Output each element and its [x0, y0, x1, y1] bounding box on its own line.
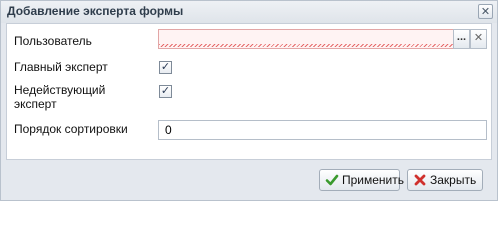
sort-order-input[interactable]: 0 — [158, 120, 487, 140]
main-expert-label: Главный эксперт — [14, 60, 108, 74]
inactive-expert-checkbox[interactable]: ✓ — [159, 85, 172, 98]
apply-button[interactable]: Применить — [319, 169, 404, 191]
close-button[interactable]: Закрыть — [407, 169, 483, 191]
inactive-expert-label-line1: Недействующий — [14, 83, 106, 97]
close-icon[interactable]: ✕ — [478, 4, 493, 19]
checkmark-icon: ✓ — [160, 85, 171, 97]
cross-icon — [414, 174, 426, 186]
dialog-window: Добавление эксперта формы ✕ Пользователь… — [0, 0, 498, 201]
dialog-title: Добавление эксперта формы — [7, 4, 184, 18]
user-field[interactable] — [158, 29, 454, 49]
apply-label: Применить — [342, 173, 405, 187]
form-panel: Пользователь ... ✕ Главный эксперт ✓ Нед… — [6, 23, 492, 160]
sort-order-label: Порядок сортировки — [14, 122, 128, 136]
browse-button[interactable]: ... — [453, 29, 470, 49]
clear-button[interactable]: ✕ — [470, 29, 487, 49]
close-label: Закрыть — [430, 173, 477, 187]
invalid-underline — [159, 44, 453, 47]
checkmark-icon: ✓ — [160, 61, 171, 73]
dialog-titlebar[interactable]: Добавление эксперта формы ✕ — [1, 1, 497, 23]
main-expert-checkbox[interactable]: ✓ — [159, 61, 172, 74]
inactive-expert-label-line2: эксперт — [14, 97, 57, 111]
check-icon — [325, 174, 339, 186]
user-label: Пользователь — [14, 34, 92, 48]
